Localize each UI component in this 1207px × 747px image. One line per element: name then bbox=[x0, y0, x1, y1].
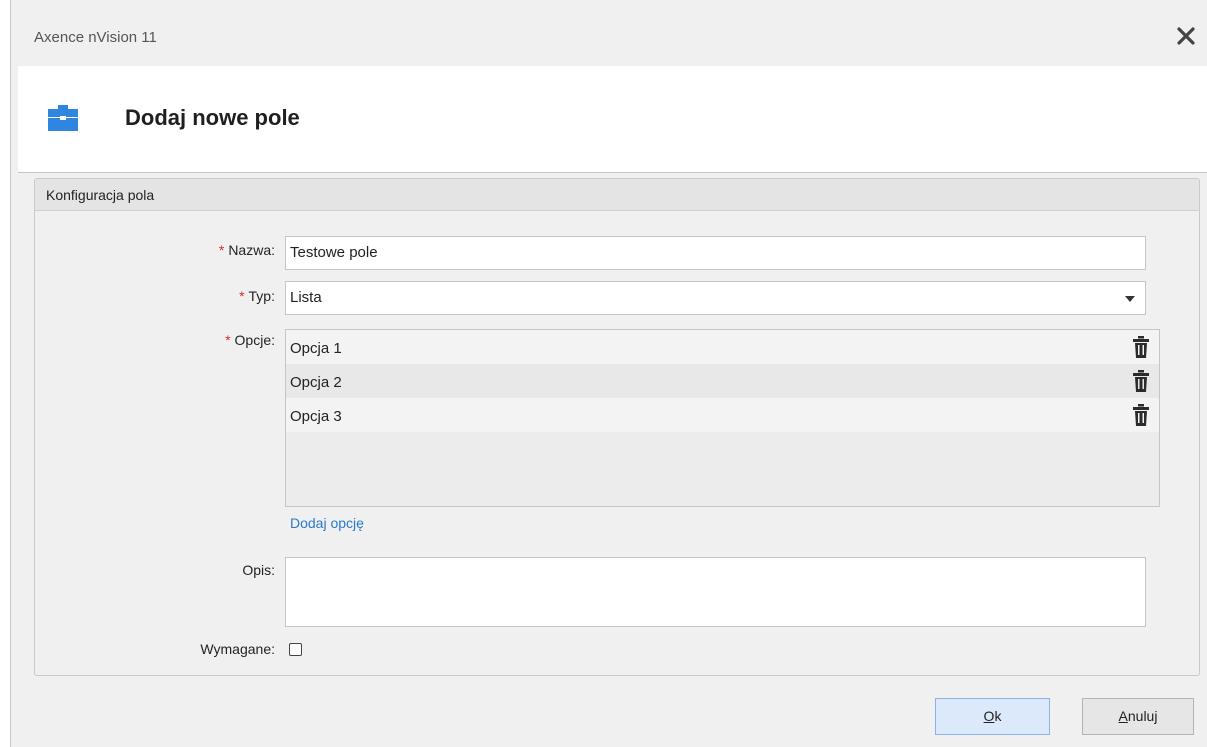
type-select[interactable]: Lista bbox=[285, 281, 1146, 315]
dialog-window: Axence nVision 11 Dodaj nowe pole Konfig… bbox=[18, 12, 1207, 747]
title-bar: Axence nVision 11 bbox=[18, 12, 1207, 66]
chevron-down-icon[interactable] bbox=[1125, 296, 1135, 302]
name-field[interactable]: Testowe pole bbox=[285, 236, 1146, 270]
description-label: Opis: bbox=[242, 562, 275, 578]
description-field[interactable] bbox=[285, 557, 1146, 627]
page-title: Dodaj nowe pole bbox=[125, 105, 300, 130]
field-config-panel: Konfiguracja pola * Nazwa: Testowe pole *… bbox=[34, 178, 1200, 676]
required-marker: * bbox=[239, 288, 245, 304]
briefcase-icon bbox=[48, 105, 78, 131]
cancel-button[interactable]: Anuluj bbox=[1082, 698, 1194, 735]
type-label: * Typ: bbox=[239, 288, 275, 304]
option-label: Opcja 1 bbox=[290, 340, 342, 357]
required-marker: * bbox=[218, 242, 225, 258]
name-label: * Nazwa: bbox=[218, 242, 275, 258]
list-item[interactable]: Opcja 2 bbox=[286, 364, 1159, 398]
background-window-edge bbox=[0, 0, 11, 747]
trash-icon[interactable] bbox=[1133, 336, 1149, 358]
trash-icon[interactable] bbox=[1133, 404, 1149, 426]
required-marker: * bbox=[225, 332, 231, 348]
add-option-link[interactable]: Dodaj opcję bbox=[290, 515, 364, 531]
ok-button[interactable]: Ok bbox=[935, 698, 1050, 735]
required-checkbox[interactable] bbox=[289, 643, 302, 656]
list-item[interactable]: Opcja 3 bbox=[286, 398, 1159, 432]
trash-icon[interactable] bbox=[1133, 370, 1149, 392]
options-list: Opcja 1 Opcja 2 Opcja 3 bbox=[285, 329, 1160, 507]
window-title: Axence nVision 11 bbox=[34, 29, 157, 46]
required-label: Wymagane: bbox=[200, 641, 275, 657]
name-value: Testowe pole bbox=[290, 244, 378, 261]
dialog-header: Dodaj nowe pole bbox=[18, 66, 1207, 173]
options-label: * Opcje: bbox=[225, 332, 275, 348]
list-item[interactable]: Opcja 1 bbox=[286, 330, 1159, 364]
type-value: Lista bbox=[290, 289, 322, 306]
panel-title: Konfiguracja pola bbox=[46, 187, 155, 203]
option-label: Opcja 2 bbox=[290, 374, 342, 391]
close-icon[interactable] bbox=[1175, 25, 1197, 47]
panel-header: Konfiguracja pola bbox=[35, 179, 1199, 211]
option-label: Opcja 3 bbox=[290, 408, 342, 425]
